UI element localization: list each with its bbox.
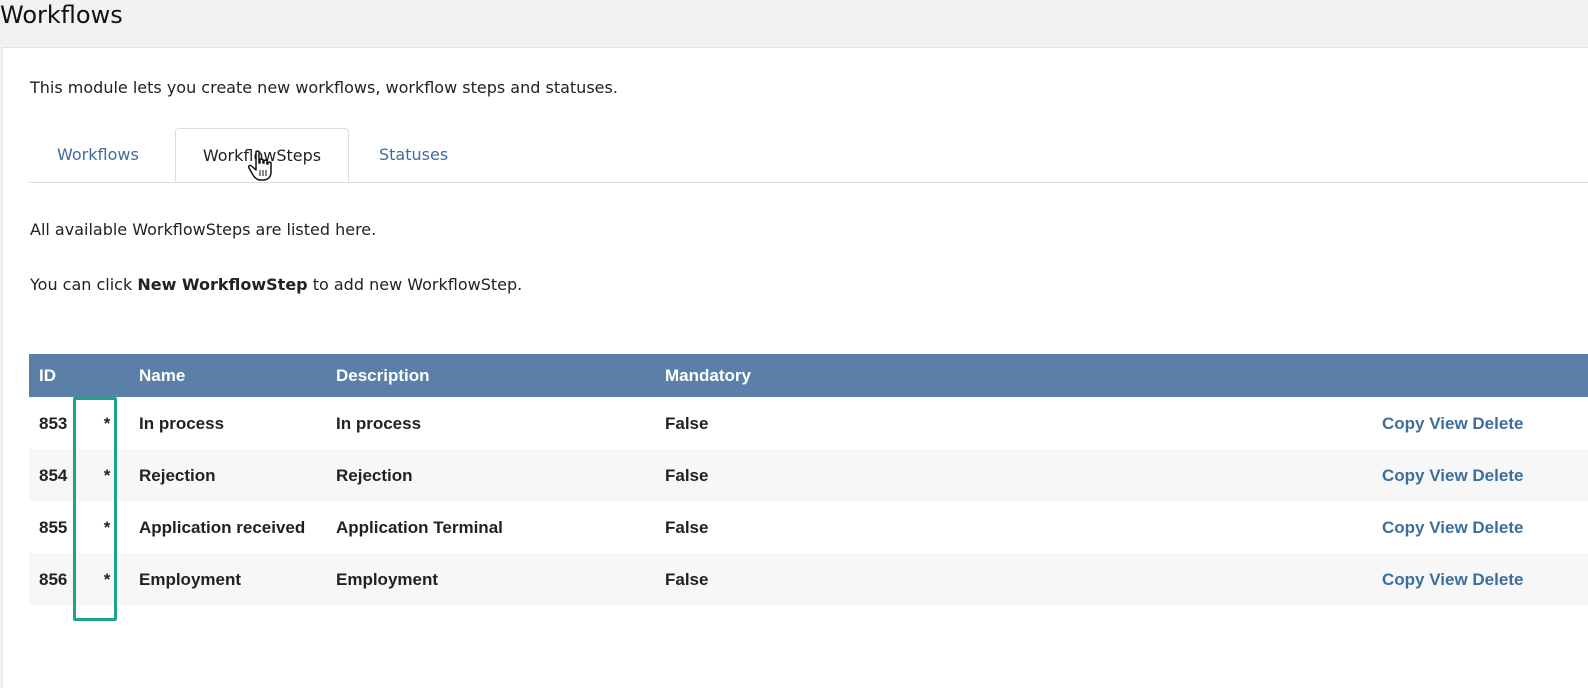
cell-star: * xyxy=(103,466,111,485)
cell-name: In process xyxy=(139,414,225,433)
workflows-panel: This module lets you create new workflow… xyxy=(2,47,1588,688)
cell-id: 854 xyxy=(39,466,68,485)
cell-actions: Copy View Delete xyxy=(1372,501,1588,553)
copy-link[interactable]: Copy xyxy=(1382,570,1425,589)
cell-description: Application Terminal xyxy=(336,518,503,537)
copy-link[interactable]: Copy xyxy=(1382,518,1425,537)
view-link[interactable]: View xyxy=(1429,414,1467,433)
cell-actions: Copy View Delete xyxy=(1372,397,1588,449)
view-link[interactable]: View xyxy=(1429,466,1467,485)
workflowsteps-table: ID Name Description Mandatory 853 * In p… xyxy=(29,354,1588,605)
listing-info: All available WorkflowSteps are listed h… xyxy=(30,220,377,239)
cell-actions: Copy View Delete xyxy=(1372,449,1588,501)
cell-description: Rejection xyxy=(336,466,413,485)
cell-actions: Copy View Delete xyxy=(1372,553,1588,605)
table-row: 856 * Employment Employment False Copy V… xyxy=(29,553,1588,605)
hint-suffix: to add new WorkflowStep. xyxy=(307,275,523,294)
cell-star: * xyxy=(103,570,111,589)
cell-name: Application received xyxy=(139,518,306,537)
new-step-hint: You can click New WorkflowStep to add ne… xyxy=(30,275,522,294)
col-name: Name xyxy=(139,365,186,385)
table-row: 855 * Application received Application T… xyxy=(29,501,1588,553)
view-link[interactable]: View xyxy=(1429,570,1467,589)
cell-mandatory: False xyxy=(665,570,709,589)
col-mandatory: Mandatory xyxy=(665,365,751,385)
cell-id: 853 xyxy=(39,414,68,433)
cell-id: 855 xyxy=(39,518,68,537)
hand-pointer-icon xyxy=(248,150,272,181)
cell-star: * xyxy=(103,414,111,433)
copy-link[interactable]: Copy xyxy=(1382,466,1425,485)
cell-name: Employment xyxy=(139,570,242,589)
hint-prefix: You can click xyxy=(30,275,138,294)
cell-mandatory: False xyxy=(665,414,709,433)
page-title: Workflows xyxy=(0,1,123,29)
cell-mandatory: False xyxy=(665,466,709,485)
cell-mandatory: False xyxy=(665,518,709,537)
module-description: This module lets you create new workflow… xyxy=(30,78,618,97)
cell-id: 856 xyxy=(39,570,68,589)
table-row: 853 * In process In process False Copy V… xyxy=(29,397,1588,449)
col-actions xyxy=(1372,354,1588,397)
delete-link[interactable]: Delete xyxy=(1472,518,1523,537)
view-link[interactable]: View xyxy=(1429,518,1467,537)
delete-link[interactable]: Delete xyxy=(1472,414,1523,433)
cell-star: * xyxy=(103,518,111,537)
cell-description: Employment xyxy=(336,570,439,589)
tab-statuses[interactable]: Statuses xyxy=(379,128,448,182)
cell-description: In process xyxy=(336,414,422,433)
cell-name: Rejection xyxy=(139,466,216,485)
hint-bold: New WorkflowStep xyxy=(137,275,308,294)
table-header-row: ID Name Description Mandatory xyxy=(29,354,1588,397)
col-id: ID xyxy=(39,365,56,385)
col-description: Description xyxy=(336,365,430,385)
col-star xyxy=(85,354,129,397)
copy-link[interactable]: Copy xyxy=(1382,414,1425,433)
tab-workflows[interactable]: Workflows xyxy=(57,128,139,182)
table-row: 854 * Rejection Rejection False Copy Vie… xyxy=(29,449,1588,501)
delete-link[interactable]: Delete xyxy=(1472,570,1523,589)
delete-link[interactable]: Delete xyxy=(1472,466,1523,485)
